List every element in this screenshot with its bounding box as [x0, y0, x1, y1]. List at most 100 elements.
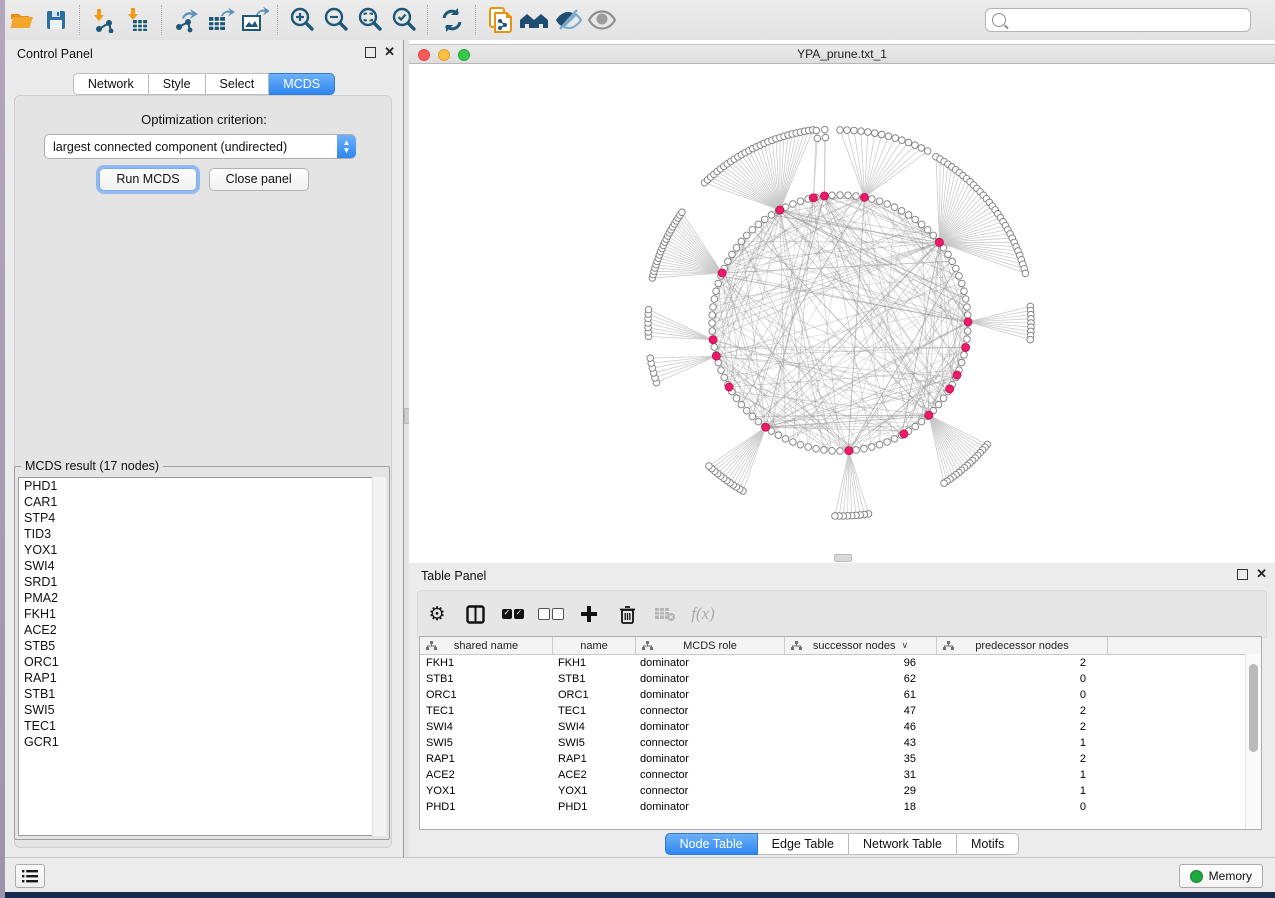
- network-node[interactable]: [964, 312, 971, 319]
- network-node[interactable]: [924, 148, 931, 155]
- network-node[interactable]: [790, 439, 797, 446]
- mcds-node[interactable]: [712, 352, 720, 360]
- network-node[interactable]: [861, 445, 868, 452]
- network-node[interactable]: [837, 127, 844, 134]
- table-scrollbar[interactable]: [1245, 654, 1261, 829]
- mcds-node[interactable]: [925, 411, 933, 419]
- mcds-node-item[interactable]: STB1: [19, 686, 385, 702]
- network-node[interactable]: [821, 126, 828, 133]
- criterion-dropdown[interactable]: largest connected component (undirected)…: [44, 134, 356, 159]
- network-node[interactable]: [876, 441, 883, 448]
- mcds-node-item[interactable]: SWI4: [19, 558, 385, 574]
- network-node[interactable]: [711, 296, 718, 303]
- network-node[interactable]: [821, 447, 828, 454]
- network-node[interactable]: [869, 444, 876, 451]
- network-node[interactable]: [853, 193, 860, 200]
- column-header-mcds_role[interactable]: MCDS role: [636, 637, 785, 654]
- network-node[interactable]: [713, 288, 720, 295]
- network-node[interactable]: [775, 432, 782, 439]
- network-node[interactable]: [1022, 270, 1029, 277]
- network-node[interactable]: [721, 374, 728, 381]
- mcds-node-item[interactable]: YOX1: [19, 542, 385, 558]
- mcds-node-item[interactable]: FKH1: [19, 606, 385, 622]
- close-panel-icon[interactable]: ✕: [384, 46, 395, 58]
- network-from-selection-icon[interactable]: [483, 4, 517, 36]
- network-node[interactable]: [733, 395, 740, 402]
- network-node[interactable]: [797, 441, 804, 448]
- search-input[interactable]: [1011, 12, 1250, 28]
- tab-network[interactable]: Network: [73, 73, 149, 95]
- import-table-icon[interactable]: [121, 4, 155, 36]
- network-node[interactable]: [892, 135, 899, 142]
- network-node[interactable]: [853, 447, 860, 454]
- float-panel-icon[interactable]: [365, 47, 376, 58]
- table-row[interactable]: SWI4SWI4dominator462: [420, 719, 1261, 735]
- mcds-node-item[interactable]: SWI5: [19, 702, 385, 718]
- close-table-panel-icon[interactable]: ✕: [1256, 568, 1267, 580]
- network-node[interactable]: [738, 401, 745, 408]
- network-node[interactable]: [912, 216, 919, 223]
- network-node[interactable]: [884, 201, 891, 208]
- mcds-node-item[interactable]: PHD1: [19, 478, 385, 494]
- network-node[interactable]: [743, 232, 750, 239]
- network-node[interactable]: [905, 212, 912, 219]
- export-image-icon[interactable]: [237, 4, 271, 36]
- network-node[interactable]: [755, 221, 762, 228]
- network-node[interactable]: [709, 312, 716, 319]
- network-node[interactable]: [871, 130, 878, 137]
- network-node[interactable]: [729, 251, 736, 258]
- network-node[interactable]: [829, 192, 836, 199]
- network-node[interactable]: [858, 128, 865, 135]
- network-node[interactable]: [725, 258, 732, 265]
- network-node[interactable]: [924, 226, 931, 233]
- network-node[interactable]: [718, 367, 725, 374]
- network-node[interactable]: [945, 251, 952, 258]
- tab-mcds[interactable]: MCDS: [269, 73, 335, 95]
- zoom-in-icon[interactable]: [285, 4, 319, 36]
- network-node[interactable]: [755, 418, 762, 425]
- horizontal-splitter-handle[interactable]: [834, 554, 852, 562]
- column-header-successor_nodes[interactable]: successor nodes∨: [785, 637, 937, 654]
- mcds-node-item[interactable]: SRD1: [19, 574, 385, 590]
- network-node[interactable]: [958, 359, 965, 366]
- network-node[interactable]: [962, 296, 969, 303]
- network-node[interactable]: [845, 192, 852, 199]
- network-node[interactable]: [813, 127, 820, 134]
- column-header-shared_name[interactable]: shared name: [420, 637, 553, 654]
- network-node[interactable]: [891, 204, 898, 211]
- network-node[interactable]: [710, 304, 717, 311]
- network-node[interactable]: [837, 448, 844, 455]
- mcds-node[interactable]: [845, 447, 853, 455]
- network-node[interactable]: [912, 142, 919, 149]
- network-node[interactable]: [797, 198, 804, 205]
- open-file-icon[interactable]: [5, 4, 39, 36]
- mcds-node-item[interactable]: GCR1: [19, 734, 385, 750]
- mcds-node[interactable]: [820, 192, 828, 200]
- network-node[interactable]: [790, 201, 797, 208]
- memory-button[interactable]: Memory: [1179, 864, 1263, 888]
- table-row[interactable]: FKH1FKH1dominator962: [420, 655, 1261, 671]
- mcds-node-item[interactable]: ORC1: [19, 654, 385, 670]
- network-node[interactable]: [958, 280, 965, 287]
- add-column-icon[interactable]: [570, 605, 608, 623]
- network-node[interactable]: [706, 463, 713, 470]
- network-node[interactable]: [884, 439, 891, 446]
- tab-motifs[interactable]: Motifs: [957, 833, 1019, 855]
- network-node[interactable]: [709, 320, 716, 327]
- table-scrollbar-thumb[interactable]: [1249, 664, 1258, 752]
- tab-style[interactable]: Style: [149, 73, 206, 95]
- table-row[interactable]: TEC1TEC1connector472: [420, 703, 1261, 719]
- network-node[interactable]: [940, 395, 947, 402]
- tab-select[interactable]: Select: [206, 73, 270, 95]
- mcds-result-list[interactable]: PHD1CAR1STP4TID3YOX1SWI4SRD1PMA2FKH1ACE2…: [18, 477, 386, 836]
- network-node[interactable]: [743, 407, 750, 414]
- mcds-node-item[interactable]: STP4: [19, 510, 385, 526]
- network-node[interactable]: [645, 306, 652, 313]
- network-node[interactable]: [822, 134, 829, 141]
- network-node[interactable]: [918, 418, 925, 425]
- network-node[interactable]: [749, 413, 756, 420]
- network-node[interactable]: [761, 216, 768, 223]
- column-header-name[interactable]: name: [553, 637, 636, 654]
- network-node[interactable]: [899, 137, 906, 144]
- mcds-node[interactable]: [900, 430, 908, 438]
